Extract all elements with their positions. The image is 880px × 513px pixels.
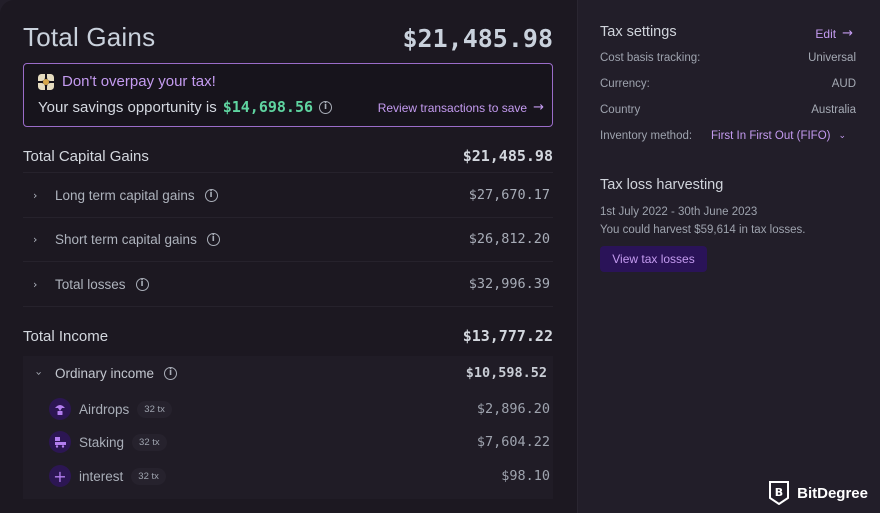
chevron-right-icon: › (33, 188, 38, 202)
setting-country: Country Australia (600, 104, 856, 116)
staking-icon (49, 431, 71, 453)
brand-name: BitDegree (797, 484, 868, 502)
setting-label: Cost basis tracking: (600, 52, 701, 64)
edit-label: Edit (815, 26, 837, 41)
gains-panel: Total Gains $21,485.98 Don't overpay you… (0, 0, 578, 513)
info-icon[interactable]: i (206, 232, 220, 246)
review-transactions-link[interactable]: Review transactions to save → (378, 100, 544, 115)
capital-gains-total: $21,485.98 (462, 147, 553, 165)
setting-value: AUD (831, 78, 856, 90)
page-title: Total Gains (23, 22, 156, 52)
setting-cost-basis: Cost basis tracking: Universal (600, 52, 856, 64)
income-item-airdrops[interactable]: Airdrops 32 tx $2,896.20 (49, 398, 550, 420)
plus-icon: + (49, 465, 71, 487)
info-icon[interactable]: i (319, 100, 333, 114)
bitdegree-logo-icon: B (769, 481, 790, 505)
arrow-right-icon: → (533, 100, 544, 115)
row-amount: $26,812.20 (468, 231, 550, 247)
setting-value: Australia (811, 104, 856, 116)
income-total: $13,777.22 (462, 327, 553, 345)
long-term-gains-row[interactable]: › Long term capital gains i $27,670.17 (23, 172, 553, 218)
setting-value: Universal (808, 52, 856, 64)
row-label: Short term capital gains (55, 231, 197, 247)
income-item-label: interest (79, 468, 124, 484)
capital-gains-header: Total Capital Gains $21,485.98 (23, 147, 553, 165)
airdrop-icon (49, 398, 71, 420)
income-header: Total Income $13,777.22 (23, 327, 553, 345)
savings-text: Your savings opportunity is (38, 98, 217, 116)
total-gains-amount: $21,485.98 (402, 24, 553, 53)
setting-label: Inventory method: (600, 130, 693, 142)
setting-label: Currency: (600, 78, 650, 90)
setting-label: Country (600, 104, 641, 116)
savings-banner-body: Your savings opportunity is $14,698.56 i (38, 98, 333, 116)
chevron-right-icon: › (33, 277, 38, 291)
row-amount: $10,598.52 (465, 365, 547, 381)
setting-currency: Currency: AUD (600, 78, 856, 90)
tx-count-badge: 32 tx (132, 433, 167, 451)
inventory-method-value: First In First Out (FIFO) (711, 130, 831, 142)
tax-settings-title: Tax settings (600, 24, 677, 40)
tx-count-badge: 32 tx (131, 467, 166, 485)
edit-settings-link[interactable]: Edit → (815, 26, 853, 41)
chevron-down-icon: ⌄ (838, 131, 847, 141)
harvesting-message: You could harvest $59,614 in tax losses. (600, 224, 806, 236)
savings-banner-header: Don't overpay your tax! (38, 73, 216, 90)
row-label: Ordinary income (55, 365, 155, 381)
capital-gains-title: Total Capital Gains (23, 147, 149, 165)
chevron-right-icon: › (33, 232, 38, 246)
savings-banner-headline: Don't overpay your tax! (62, 73, 216, 90)
income-item-staking[interactable]: Staking 32 tx $7,604.22 (49, 431, 550, 453)
info-icon[interactable]: i (135, 277, 149, 291)
ordinary-income-row[interactable]: › Ordinary income i $10,598.52 (33, 365, 550, 381)
flower-icon (38, 73, 54, 90)
income-item-amount: $2,896.20 (476, 401, 550, 417)
savings-banner: Don't overpay your tax! Your savings opp… (23, 63, 553, 127)
info-icon[interactable]: i (204, 188, 218, 202)
total-losses-row[interactable]: › Total losses i $32,996.39 (23, 262, 553, 307)
row-amount: $32,996.39 (468, 276, 550, 292)
arrow-right-icon: → (842, 26, 853, 41)
income-title: Total Income (23, 327, 109, 345)
income-item-label: Airdrops (79, 401, 130, 417)
review-transactions-label: Review transactions to save (377, 100, 528, 115)
savings-amount: $14,698.56 (222, 98, 314, 116)
setting-inventory-method: Inventory method: First In First Out (FI… (600, 130, 856, 142)
short-term-gains-row[interactable]: › Short term capital gains i $26,812.20 (23, 217, 553, 262)
view-tax-losses-button[interactable]: View tax losses (600, 246, 707, 272)
harvesting-title: Tax loss harvesting (600, 177, 724, 193)
brand-watermark: B BitDegree (769, 481, 868, 505)
income-item-amount: $98.10 (501, 468, 550, 484)
income-item-amount: $7,604.22 (476, 434, 550, 450)
row-label: Long term capital gains (55, 187, 195, 203)
harvesting-period: 1st July 2022 - 30th June 2023 (600, 206, 758, 218)
income-item-interest[interactable]: + interest 32 tx $98.10 (49, 465, 550, 487)
ordinary-income-group: › Ordinary income i $10,598.52 Airdrops … (23, 356, 553, 499)
row-amount: $27,670.17 (468, 187, 550, 203)
inventory-method-select[interactable]: First In First Out (FIFO) ⌄ (711, 130, 846, 142)
chevron-down-icon: › (32, 370, 46, 376)
svg-text:B: B (775, 486, 783, 499)
tx-count-badge: 32 tx (137, 400, 172, 418)
income-item-label: Staking (79, 434, 125, 450)
info-icon[interactable]: i (164, 366, 178, 380)
row-label: Total losses (55, 276, 126, 292)
